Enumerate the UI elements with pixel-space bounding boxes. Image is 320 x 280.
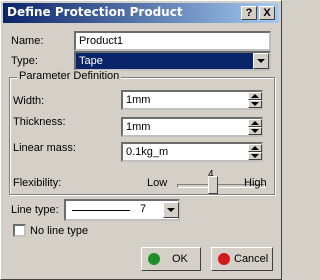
flexibility-label: Flexibility: [13,177,62,189]
width-down-icon[interactable] [248,100,262,108]
name-field[interactable]: Product1 [74,31,271,51]
help-button[interactable]: ? [241,6,257,20]
type-value: Tape [79,55,103,67]
parameter-group-title: Parameter Definition [17,70,122,82]
type-combo[interactable]: Tape [74,51,271,71]
line-type-combo[interactable]: 7 [64,199,180,221]
title-bar[interactable]: Define Protection Product ? X [3,3,279,23]
line-sample [72,210,130,211]
flexibility-slider-thumb[interactable] [208,176,218,194]
linear-mass-up-icon[interactable] [248,144,262,152]
line-type-value: 7 [140,203,147,215]
cancel-button[interactable]: Cancel [211,247,273,271]
dialog-window: Define Protection Product ? X Name: Prod… [0,0,282,280]
name-label: Name: [11,35,44,47]
cancel-label: Cancel [234,253,269,265]
linear-mass-label: Linear mass: [13,142,76,154]
line-type-label: Line type: [11,204,59,216]
thickness-label: Thickness: [13,116,66,128]
linear-mass-field[interactable]: 0.1kg_m [121,142,263,162]
width-field[interactable]: 1mm [121,90,263,110]
close-button[interactable]: X [259,6,275,20]
width-label: Width: [13,95,45,107]
thickness-field[interactable]: 1mm [121,117,263,137]
flexibility-high-label: High [244,177,267,189]
width-up-icon[interactable] [248,92,262,100]
flexibility-low-label: Low [147,177,168,189]
linear-mass-down-icon[interactable] [248,152,262,160]
type-dropdown-arrow-icon[interactable] [253,53,269,69]
thickness-down-icon[interactable] [248,127,262,135]
type-label: Type: [11,55,38,67]
width-spinner[interactable] [248,92,262,108]
ok-button[interactable]: OK [141,247,201,271]
line-type-dropdown-arrow-icon[interactable] [163,202,179,218]
linear-mass-value: 0.1kg_m [126,146,169,158]
dialog-title: Define Protection Product [7,5,183,19]
width-value: 1mm [126,94,151,106]
ok-label: OK [172,253,188,265]
cancel-icon [218,253,230,265]
no-line-type-label: No line type [30,225,89,237]
thickness-spinner[interactable] [248,119,262,135]
ok-icon [148,253,160,265]
linear-mass-spinner[interactable] [248,144,262,160]
thickness-value: 1mm [126,121,151,133]
thickness-up-icon[interactable] [248,119,262,127]
name-value: Product1 [79,35,124,47]
no-line-type-checkbox[interactable] [13,224,26,237]
